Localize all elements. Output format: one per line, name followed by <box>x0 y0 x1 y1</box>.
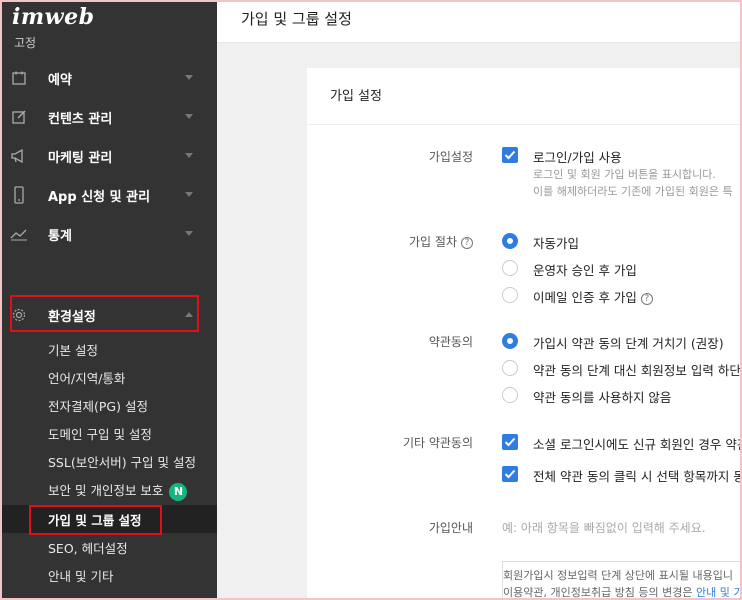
help-icon[interactable]: ? <box>640 292 653 305</box>
signup-settings-card: 가입 설정 가입설정 로그인/가입 사용 로그인 및 회원 가입 버튼을 표시합… <box>307 68 742 600</box>
other-terms-label: 기타 약관동의 <box>402 436 473 450</box>
help-icon[interactable]: ? <box>461 236 473 249</box>
signup-desc-1: 로그인 및 회원 가입 버튼을 표시합니다. <box>533 168 716 181</box>
page-header: 가입 및 그룹 설정 <box>217 0 742 43</box>
chart-icon <box>9 224 29 244</box>
guide-notice-1: 회원가입시 정보입력 단계 상단에 표시될 내용입니 <box>503 569 734 582</box>
radio-approval[interactable] <box>502 260 518 276</box>
signup-option-label: 로그인/가입 사용 <box>533 150 622 165</box>
radio-auto-label: 자동가입 <box>533 236 580 251</box>
sidebar-item-cut[interactable]: 고정 <box>14 34 36 51</box>
radio-terms-inline-label: 약관 동의 단계 대신 회원정보 입력 하단에 <box>533 363 742 378</box>
subitem-basic[interactable]: 기본 설정 <box>48 340 98 359</box>
card-title: 가입 설정 <box>330 89 382 104</box>
sidebar-item-label: App 신청 및 관리 <box>48 189 151 205</box>
radio-approval-label: 운영자 승인 후 가입 <box>533 263 637 278</box>
new-badge: N <box>169 482 188 501</box>
sidebar-item-label: 예약 <box>48 72 72 88</box>
check-icon <box>504 437 516 447</box>
divider <box>307 124 742 125</box>
radio-terms-step[interactable] <box>502 333 518 349</box>
social-terms-checkbox[interactable] <box>502 434 518 450</box>
signup-checkbox[interactable] <box>502 147 518 163</box>
sidebar-item-label: 통계 <box>48 228 72 244</box>
subitem-security[interactable]: 보안 및 개인정보 보호 N <box>48 480 188 501</box>
guide-label: 가입안내 <box>428 521 473 535</box>
subitem-label: 보안 및 개인정보 보호 <box>48 483 164 498</box>
radio-email-label: 이메일 인증 후 가입? <box>533 287 653 306</box>
mobile-icon <box>9 185 29 205</box>
guide-notice-2: 이용약관, 개인정보취급 방침 등의 변경은 안내 및 기 <box>503 584 742 600</box>
chevron-down-icon <box>185 192 193 197</box>
guide-link[interactable]: 안내 및 기 <box>696 586 742 599</box>
check-icon <box>504 469 516 479</box>
radio-email-text: 이메일 인증 후 가입 <box>533 290 637 305</box>
subitem-pg[interactable]: 전자결제(PG) 설정 <box>48 396 148 415</box>
highlight-box-settings <box>10 295 199 332</box>
notice-text: 이용약관, 개인정보취급 방침 등의 변경은 <box>503 586 697 599</box>
process-label-text: 가입 절차 <box>409 235 457 249</box>
radio-terms-none-label: 약관 동의를 사용하지 않음 <box>533 390 672 405</box>
sidebar-item-app[interactable]: App 신청 및 관리 <box>0 176 217 214</box>
megaphone-icon <box>9 146 29 166</box>
social-terms-label: 소셜 로그인시에도 신규 회원인 경우 약관 <box>533 437 742 452</box>
radio-auto[interactable] <box>502 233 518 249</box>
guide-input[interactable]: 예: 아래 항목을 빠짐없이 입력해 주세요. <box>502 519 706 536</box>
radio-terms-inline[interactable] <box>502 360 518 376</box>
sidebar-item-label: 컨텐츠 관리 <box>48 111 113 127</box>
highlight-box-signup <box>29 505 162 535</box>
chevron-down-icon <box>185 75 193 80</box>
subitem-guide[interactable]: 안내 및 기타 <box>48 566 113 585</box>
sidebar: imweb 고정 예약 컨텐츠 관리 마케팅 관리 App 신청 및 관리 통계 <box>0 0 217 600</box>
edit-icon <box>9 107 29 127</box>
signup-desc-2: 이를 해제하더라도 기존에 가입된 회원은 특 <box>533 185 733 198</box>
imweb-logo: imweb <box>12 4 95 30</box>
radio-terms-step-label: 가입시 약관 동의 단계 거치기 (권장) <box>533 336 724 351</box>
calendar-icon <box>9 68 29 88</box>
all-terms-label: 전체 약관 동의 클릭 시 선택 항목까지 동 <box>533 469 742 484</box>
chevron-down-icon <box>185 114 193 119</box>
chevron-down-icon <box>185 153 193 158</box>
subitem-ssl[interactable]: SSL(보안서버) 구입 및 설정 <box>48 452 196 471</box>
subitem-domain[interactable]: 도메인 구입 및 설정 <box>48 424 152 443</box>
radio-email[interactable] <box>502 287 518 303</box>
subitem-seo[interactable]: SEO, 헤더설정 <box>48 538 128 557</box>
chevron-down-icon <box>185 231 193 236</box>
all-terms-checkbox[interactable] <box>502 466 518 482</box>
radio-terms-none[interactable] <box>502 387 518 403</box>
sidebar-item-statistics[interactable]: 통계 <box>0 215 217 253</box>
sidebar-item-label: 마케팅 관리 <box>48 150 113 166</box>
page-title: 가입 및 그룹 설정 <box>241 10 352 28</box>
terms-label: 약관동의 <box>428 335 473 349</box>
sidebar-item-marketing[interactable]: 마케팅 관리 <box>0 137 217 175</box>
subitem-language[interactable]: 언어/지역/통화 <box>48 368 125 387</box>
sidebar-item-reservation[interactable]: 예약 <box>0 59 217 97</box>
process-label: 가입 절차? <box>293 233 473 250</box>
check-icon <box>504 150 516 160</box>
signup-label: 가입설정 <box>428 150 473 164</box>
sidebar-item-contents[interactable]: 컨텐츠 관리 <box>0 98 217 136</box>
